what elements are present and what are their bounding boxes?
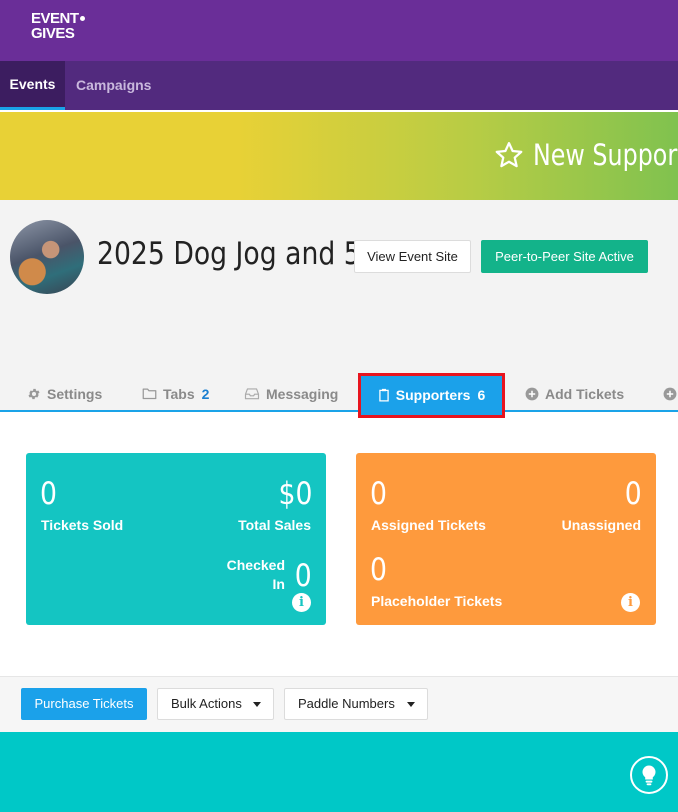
inbox-icon	[244, 388, 260, 400]
gear-icon	[28, 388, 40, 399]
tab-supporters-label: Supporters	[395, 387, 471, 403]
purchase-tickets-button[interactable]: Purchase Tickets	[21, 688, 147, 720]
plus-circle-icon	[663, 387, 677, 401]
assigned-tickets-label: Assigned Tickets	[371, 517, 486, 533]
ticket-sales-card: 0 Tickets Sold $0 Total Sales Checked In…	[26, 453, 326, 625]
action-toolbar: Purchase Tickets Bulk Actions Paddle Num…	[0, 676, 678, 732]
ticket-assignment-card: 0 Assigned Tickets 0 Unassigned 0 Placeh…	[356, 453, 656, 625]
top-bar: EVENT GIVES	[0, 0, 678, 61]
placeholder-tickets-label: Placeholder Tickets	[371, 593, 503, 609]
folder-icon	[142, 388, 157, 400]
paddle-numbers-dropdown[interactable]: Paddle Numbers	[284, 688, 428, 720]
tab-supporters[interactable]: Supporters 6	[358, 373, 505, 418]
tab-tabs[interactable]: Tabs 2	[142, 372, 209, 412]
tickets-sold-value: 0	[40, 476, 57, 512]
clipboard-icon	[379, 388, 389, 402]
tab-settings-label: Settings	[47, 386, 103, 402]
plus-circle-icon	[525, 387, 539, 401]
assigned-tickets-value: 0	[370, 476, 387, 512]
event-avatar	[10, 220, 84, 294]
tabs-count-badge: 2	[201, 386, 210, 402]
info-icon[interactable]: i	[292, 593, 311, 612]
bulk-actions-dropdown[interactable]: Bulk Actions	[157, 688, 274, 720]
info-icon[interactable]: i	[621, 593, 640, 612]
checked-in-value: 0	[295, 558, 312, 594]
bulk-actions-label: Bulk Actions	[171, 696, 242, 711]
total-sales-label: Total Sales	[238, 517, 311, 533]
eventgives-logo[interactable]: EVENT GIVES	[31, 11, 85, 41]
event-banner: New Support	[0, 112, 678, 200]
tab-add-tickets-label: Add Tickets	[545, 386, 625, 402]
paddle-numbers-label: Paddle Numbers	[298, 696, 395, 711]
caret-down-icon	[407, 702, 415, 707]
lightbulb-icon	[642, 765, 656, 786]
tickets-sold-label: Tickets Sold	[41, 517, 124, 533]
tab-tabs-label: Tabs	[163, 386, 195, 402]
help-bulb-button[interactable]	[630, 756, 668, 794]
peer-to-peer-button[interactable]: Peer-to-Peer Site Active	[481, 240, 648, 273]
unassigned-value: 0	[625, 476, 642, 512]
tab-more[interactable]	[663, 372, 678, 412]
banner-text: New Support	[533, 138, 678, 172]
table-header-band	[0, 732, 678, 812]
tab-add-tickets[interactable]: Add Tickets	[525, 372, 624, 412]
total-sales-value: $0	[278, 476, 312, 512]
main-nav: Events Campaigns	[0, 61, 678, 110]
tab-messaging-label: Messaging	[266, 386, 339, 402]
event-title: 2025 Dog Jog and 5K	[97, 236, 379, 272]
nav-campaigns[interactable]: Campaigns	[76, 61, 151, 110]
star-outline-icon	[495, 142, 523, 168]
caret-down-icon	[253, 702, 261, 707]
view-event-site-button[interactable]: View Event Site	[354, 240, 471, 273]
supporters-count-badge: 6	[477, 387, 486, 403]
checked-in-label: Checked In	[226, 557, 285, 592]
unassigned-label: Unassigned	[561, 517, 641, 533]
tab-settings[interactable]: Settings	[27, 372, 102, 412]
tab-messaging[interactable]: Messaging	[244, 372, 338, 412]
nav-events[interactable]: Events	[0, 61, 65, 110]
placeholder-tickets-value: 0	[370, 552, 387, 588]
